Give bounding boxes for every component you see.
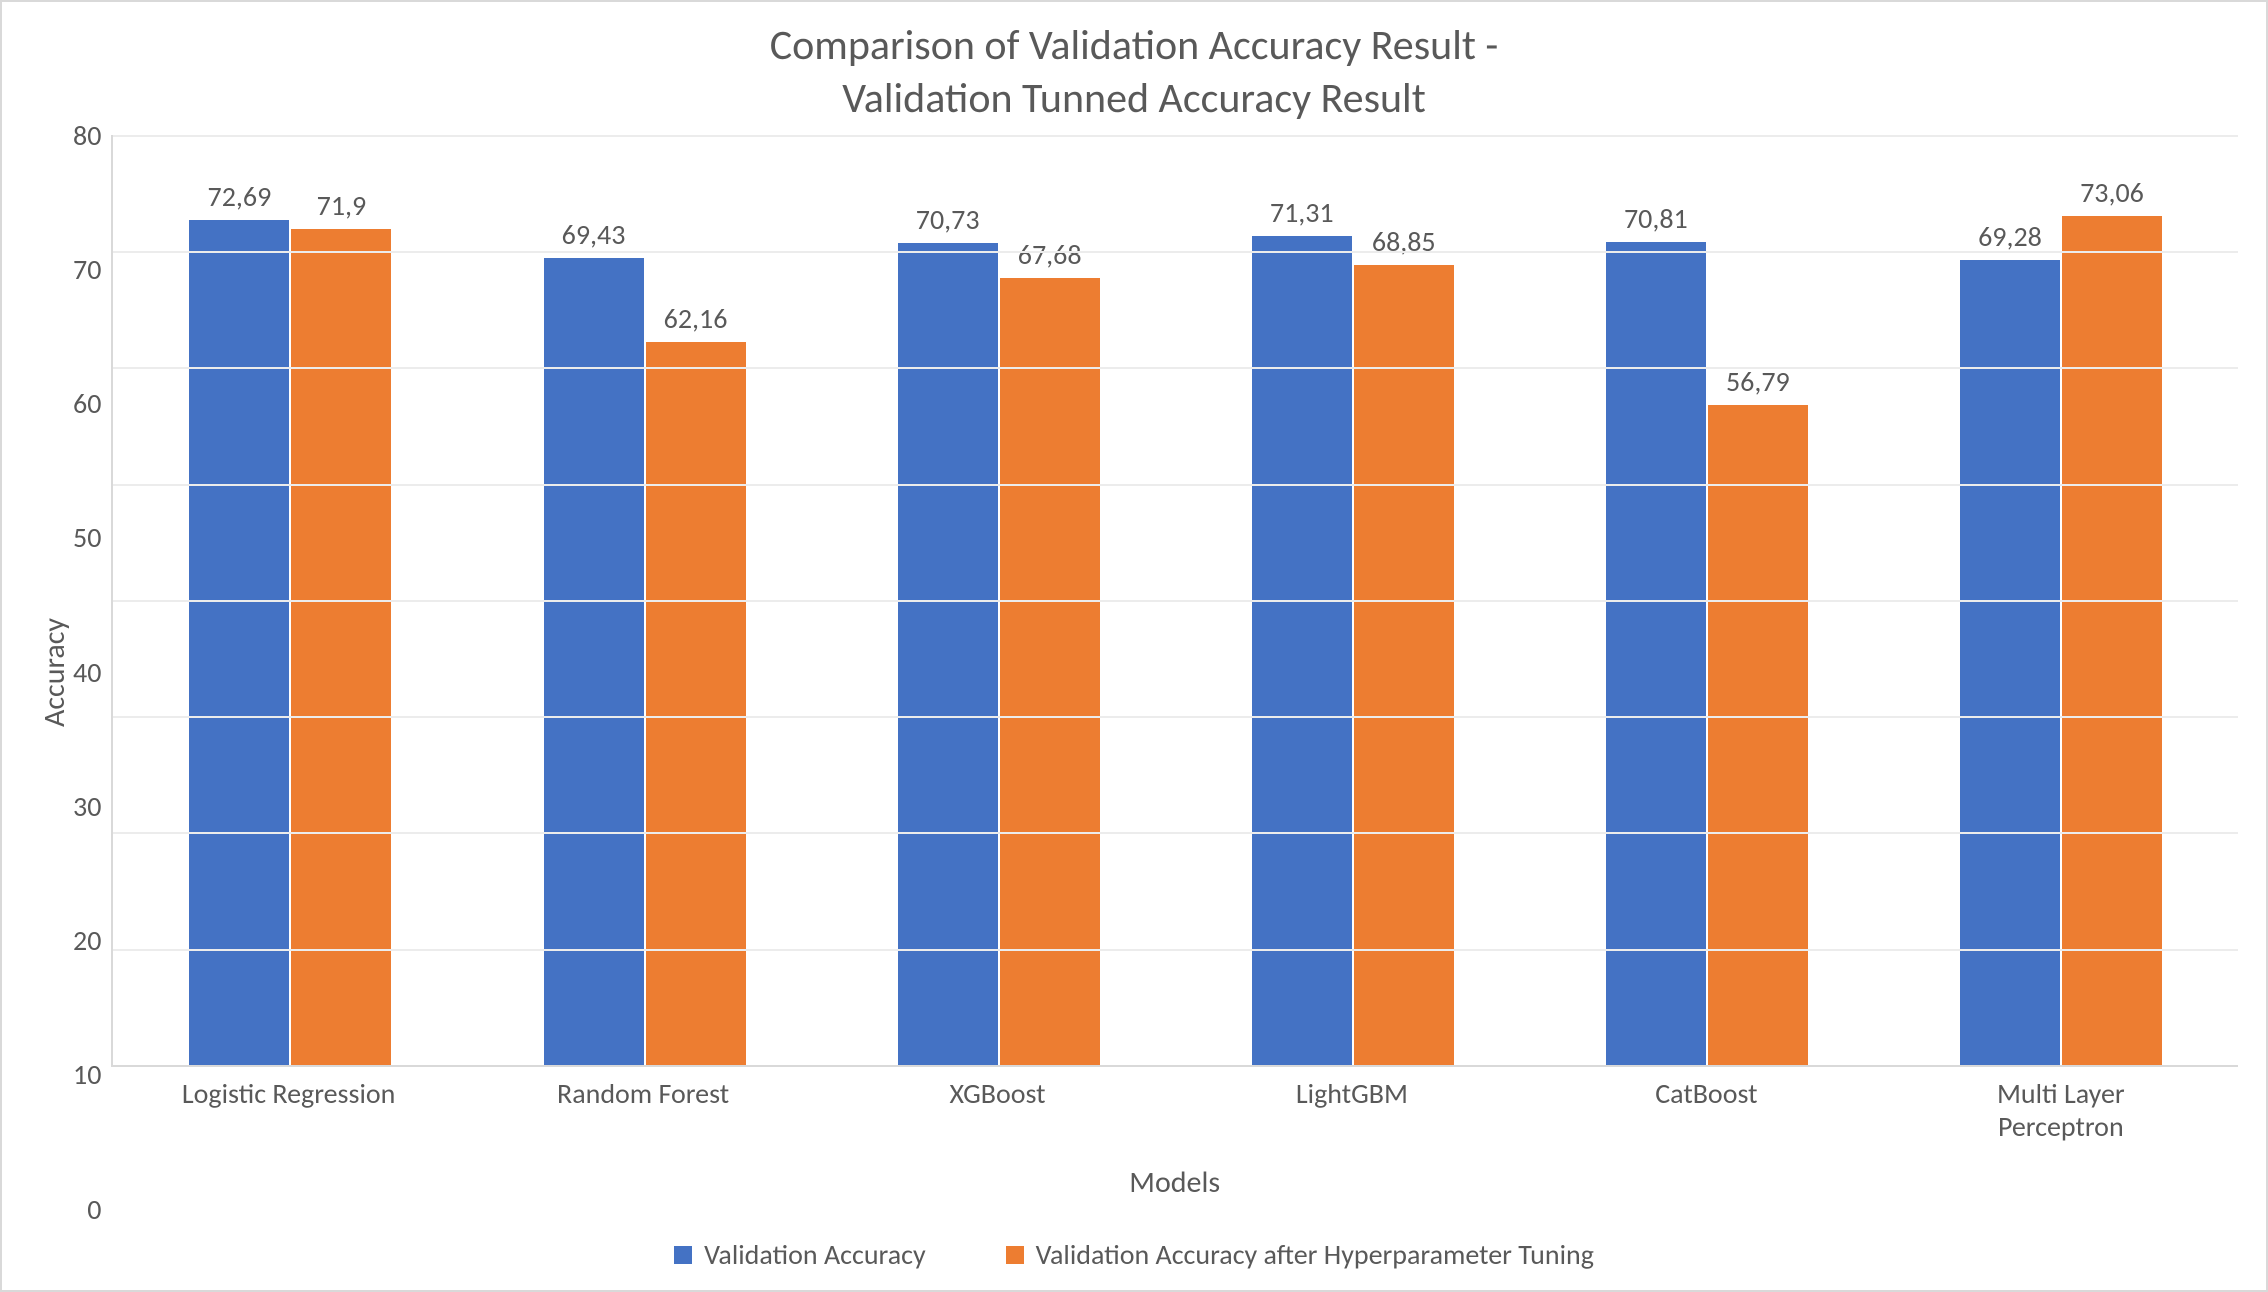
chart-title-line2: Validation Tunned Accuracy Result	[30, 73, 2238, 126]
bar	[646, 342, 746, 1064]
bar	[291, 229, 391, 1065]
bar	[1960, 260, 2060, 1065]
gridline	[113, 600, 2238, 602]
category-label: Logistic Regression	[111, 1067, 465, 1144]
bar	[898, 243, 998, 1065]
category-label: XGBoost	[820, 1067, 1174, 1144]
bar-value-label: 69,28	[1978, 219, 2042, 254]
category-label: Multi LayerPerceptron	[1884, 1067, 2238, 1144]
legend-item: Validation Accuracy	[674, 1237, 926, 1272]
bar	[189, 220, 289, 1065]
gridline	[113, 832, 2238, 834]
chart-frame: Comparison of Validation Accuracy Result…	[0, 0, 2268, 1292]
bar	[1708, 405, 1808, 1065]
bar	[2062, 216, 2162, 1065]
category-label: CatBoost	[1529, 1067, 1883, 1144]
bar	[1606, 242, 1706, 1065]
gridline	[113, 251, 2238, 253]
legend-swatch-icon	[674, 1246, 692, 1264]
gridline	[113, 716, 2238, 718]
category-label: LightGBM	[1175, 1067, 1529, 1144]
bar	[544, 258, 644, 1065]
legend-label: Validation Accuracy after Hyperparameter…	[1036, 1237, 1594, 1272]
gridline	[113, 367, 2238, 369]
legend-label: Validation Accuracy	[704, 1237, 926, 1272]
x-axis-label: Models	[111, 1144, 2238, 1209]
bar-value-label: 70,73	[916, 202, 980, 237]
y-axis-ticks: 80706050403020100	[73, 135, 111, 1209]
y-axis-label: Accuracy	[30, 618, 73, 727]
bar-value-label: 71,31	[1270, 195, 1334, 230]
chart-title-line1: Comparison of Validation Accuracy Result…	[30, 20, 2238, 73]
bar-value-label: 71,9	[317, 188, 367, 223]
gridline	[113, 135, 2238, 137]
plot-area-wrap: 72,69 71,9 69,43 62,16 70,73 67,68 71,31 68,85 7…	[111, 135, 2238, 1209]
chart-title: Comparison of Validation Accuracy Result…	[30, 20, 2238, 125]
bar-value-label: 70,81	[1624, 201, 1688, 236]
legend-item: Validation Accuracy after Hyperparameter…	[1006, 1237, 1594, 1272]
plot-row: Accuracy 80706050403020100 72,69 71,9 69,4…	[30, 135, 2238, 1209]
category-label: Random Forest	[466, 1067, 820, 1144]
bar-value-label: 73,06	[2080, 175, 2144, 210]
bar	[1354, 265, 1454, 1065]
plot-area: 72,69 71,9 69,43 62,16 70,73 67,68 71,31 68,85 7…	[111, 135, 2238, 1067]
category-labels-row: Logistic RegressionRandom ForestXGBoostL…	[111, 1067, 2238, 1144]
bar-value-label: 68,85	[1372, 224, 1436, 259]
gridline	[113, 949, 2238, 951]
bar-value-label: 67,68	[1018, 237, 1082, 272]
bar-value-label: 62,16	[664, 301, 728, 336]
gridline	[113, 484, 2238, 486]
bar	[1000, 278, 1100, 1065]
bar-value-label: 69,43	[562, 217, 626, 252]
bar	[1252, 236, 1352, 1065]
bar-value-label: 72,69	[208, 179, 272, 214]
legend: Validation Accuracy Validation Accuracy a…	[30, 1209, 2238, 1280]
legend-swatch-icon	[1006, 1246, 1024, 1264]
